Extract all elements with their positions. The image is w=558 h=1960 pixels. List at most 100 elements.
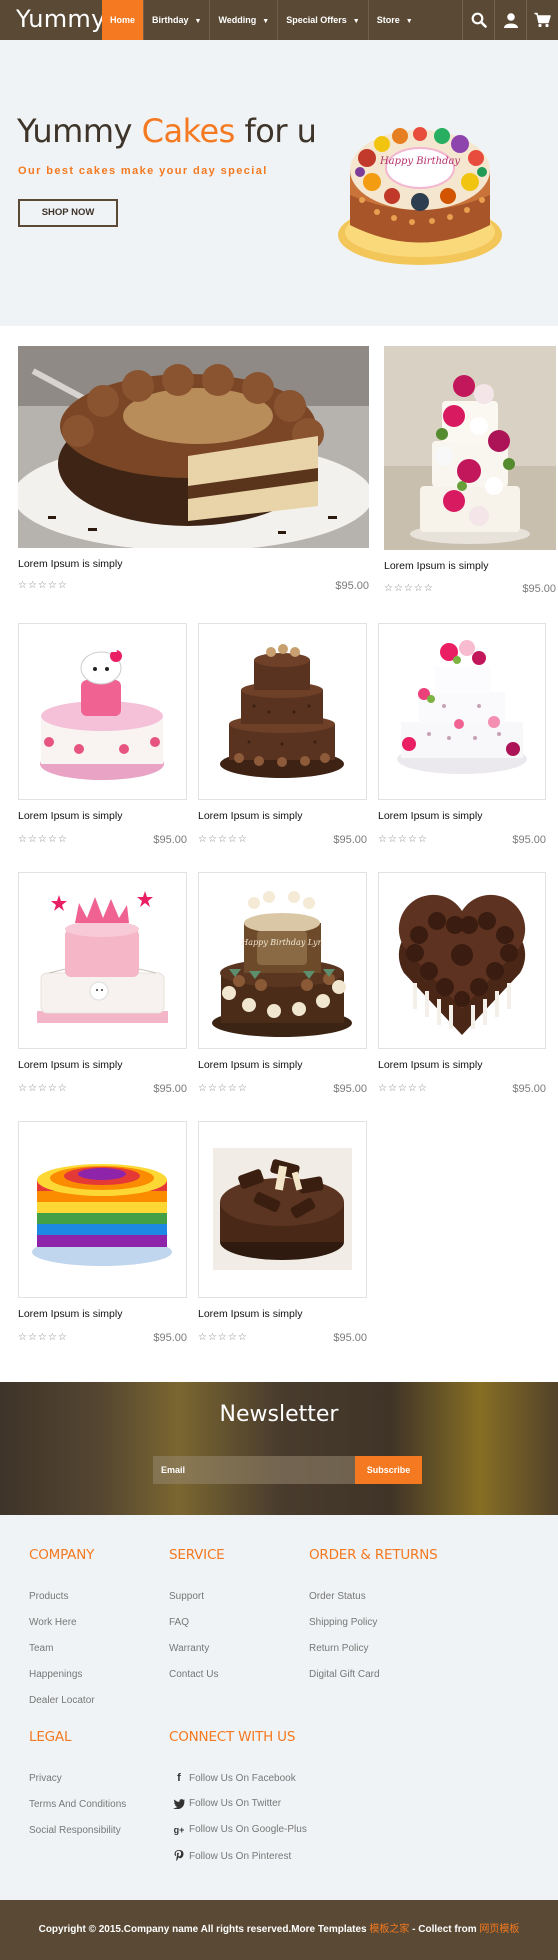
footer-link[interactable]: Shipping Policy (309, 1617, 377, 1628)
copyright-bar: Copyright © 2015.Company name All rights… (0, 1900, 558, 1960)
product-name[interactable]: Lorem Ipsum is simply (18, 1308, 122, 1320)
footer-link[interactable]: Warranty (169, 1643, 209, 1654)
footer-link[interactable]: Return Policy (309, 1643, 368, 1654)
facebook-icon: f (177, 1772, 181, 1784)
social-link-pinterest[interactable]: Follow Us On Pinterest (169, 1850, 291, 1862)
caret-down-icon: ▼ (262, 18, 270, 25)
shop-now-button[interactable]: SHOP NOW (18, 199, 118, 227)
footer-link[interactable]: Products (29, 1591, 68, 1602)
rating-stars: ☆☆☆☆☆ (198, 834, 248, 845)
product-name[interactable]: Lorem Ipsum is simply (378, 1059, 482, 1071)
footer-link[interactable]: Digital Gift Card (309, 1669, 380, 1680)
product-image-floral-wedding-cake[interactable] (378, 623, 546, 800)
nav-label: Special Offers (286, 15, 347, 25)
product-image-chocolate-birthday-tier-cake[interactable]: Happy Birthday Lyn (198, 872, 367, 1049)
footer-link[interactable]: Happenings (29, 1669, 82, 1680)
product-name[interactable]: Lorem Ipsum is simply (384, 560, 488, 572)
product-name[interactable]: Lorem Ipsum is simply (18, 558, 122, 570)
nav-label: Wedding (218, 15, 257, 25)
product-image-three-tier-chocolate-cake[interactable] (198, 623, 367, 800)
social-link-twitter[interactable]: Follow Us On Twitter (169, 1798, 281, 1809)
footer-heading: SERVICE (169, 1547, 225, 1563)
svg-text:Happy Birthday Lyn: Happy Birthday Lyn (240, 938, 322, 947)
nav-label: Store (376, 15, 400, 25)
footer-column-company: COMPANY Products Work Here Team Happenin… (29, 1547, 149, 1707)
footer-link[interactable]: FAQ (169, 1617, 189, 1628)
google-plus-icon: g+ (173, 1824, 185, 1835)
product-image-white-rose-wedding-cake[interactable] (384, 346, 556, 550)
cart-icon[interactable] (526, 0, 558, 40)
footer-link[interactable]: Contact Us (169, 1669, 218, 1680)
footer-link[interactable]: Support (169, 1591, 204, 1602)
footer-link[interactable]: Terms And Conditions (29, 1799, 126, 1810)
footer-link[interactable]: Team (29, 1643, 53, 1654)
social-label: Follow Us On Google-Plus (189, 1824, 307, 1835)
footer-link[interactable]: Order Status (309, 1591, 366, 1602)
social-link-facebook[interactable]: f Follow Us On Facebook (169, 1772, 296, 1784)
product-name[interactable]: Lorem Ipsum is simply (18, 1059, 122, 1071)
site-logo[interactable]: Yummy (16, 5, 106, 33)
product-name[interactable]: Lorem Ipsum is simply (378, 810, 482, 822)
product-price: $95.00 (153, 1332, 187, 1344)
rating-stars: ☆☆☆☆☆ (18, 580, 68, 591)
main-menu: Home Birthday ▼ Wedding ▼ Special Offers ▼ … (102, 0, 421, 40)
templates-link[interactable]: 模板之家 (369, 1924, 409, 1935)
rating-stars: ☆☆☆☆☆ (378, 834, 428, 845)
social-label: Follow Us On Twitter (189, 1798, 282, 1809)
collect-from-link[interactable]: 网页模板 (479, 1924, 519, 1935)
nav-item-birthday[interactable]: Birthday ▼ (143, 0, 209, 40)
rating-stars: ☆☆☆☆☆ (384, 583, 434, 594)
product-name[interactable]: Lorem Ipsum is simply (18, 810, 122, 822)
subscribe-button[interactable]: Subscribe (355, 1456, 422, 1484)
product-image-rainbow-layer-cake[interactable] (18, 1121, 187, 1298)
twitter-icon (169, 1798, 189, 1809)
footer: COMPANY Products Work Here Team Happenin… (0, 1515, 558, 1900)
product-image-pink-crown-cake[interactable] (18, 872, 187, 1049)
svg-text:Happy Birthday: Happy Birthday (379, 156, 460, 167)
nav-item-wedding[interactable]: Wedding ▼ (209, 0, 277, 40)
nav-item-special-offers[interactable]: Special Offers ▼ (277, 0, 367, 40)
product-image-hello-kitty-cake[interactable] (18, 623, 187, 800)
search-icon[interactable] (462, 0, 494, 40)
product-price: $95.00 (333, 1332, 367, 1344)
nav-label: Birthday (152, 15, 189, 25)
rating-stars: ☆☆☆☆☆ (18, 1332, 68, 1343)
product-price: $95.00 (153, 834, 187, 846)
footer-link[interactable]: Social Responsibility (29, 1825, 121, 1836)
product-name[interactable]: Lorem Ipsum is simply (198, 1308, 302, 1320)
social-link-google-plus[interactable]: g+ Follow Us On Google-Plus (169, 1824, 307, 1835)
product-card: Lorem Ipsum is simply ☆☆☆☆☆ $95.00 (378, 872, 546, 1104)
nav-label: Home (110, 15, 136, 25)
social-label: Follow Us On Pinterest (189, 1850, 292, 1862)
product-image-chocolate-curl-cake[interactable] (198, 1121, 367, 1298)
copyright-text: Copyright © 2015.Company name All rights… (38, 1924, 370, 1935)
nav-item-store[interactable]: Store ▼ (367, 0, 421, 40)
nav-item-home[interactable]: Home (102, 0, 144, 40)
footer-heading: CONNECT WITH US (169, 1729, 296, 1745)
footer-link[interactable]: Work Here (29, 1617, 77, 1628)
footer-link[interactable]: Dealer Locator (29, 1695, 95, 1706)
footer-column-service: SERVICE Support FAQ Warranty Contact Us (169, 1547, 289, 1707)
product-card: Lorem Ipsum is simply ☆☆☆☆☆ $95.00 (18, 872, 187, 1104)
caret-down-icon: ▼ (405, 18, 413, 25)
rating-stars: ☆☆☆☆☆ (18, 834, 68, 845)
product-card: Lorem Ipsum is simply ☆☆☆☆☆ $95.00 (18, 346, 369, 596)
hero-birthday-cake-image: Happy Birthday (338, 127, 502, 265)
product-price: $95.00 (333, 1083, 367, 1095)
social-label: Follow Us On Facebook (189, 1772, 296, 1784)
footer-link[interactable]: Privacy (29, 1773, 62, 1784)
product-card: Lorem Ipsum is simply ☆☆☆☆☆ $95.00 (18, 1121, 187, 1353)
footer-heading: ORDER & RETURNS (309, 1547, 438, 1563)
footer-heading: LEGAL (29, 1729, 72, 1745)
email-input[interactable] (153, 1456, 355, 1484)
rating-stars: ☆☆☆☆☆ (198, 1332, 248, 1343)
product-name[interactable]: Lorem Ipsum is simply (198, 1059, 302, 1071)
product-price: $95.00 (512, 1083, 546, 1095)
product-card: Lorem Ipsum is simply ☆☆☆☆☆ $95.00 (378, 623, 546, 855)
rating-stars: ☆☆☆☆☆ (378, 1083, 428, 1094)
product-name[interactable]: Lorem Ipsum is simply (198, 810, 302, 822)
hero-title: Yummy Cakes for u (17, 112, 317, 150)
product-image-chocolate-cream-cake[interactable] (18, 346, 369, 548)
product-image-chocolate-heart-cake[interactable] (378, 872, 546, 1049)
user-icon[interactable] (494, 0, 526, 40)
